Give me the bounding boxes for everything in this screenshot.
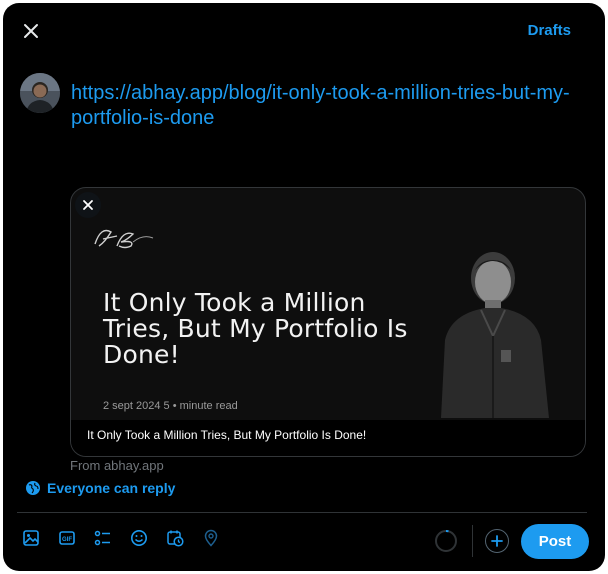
emoji-button[interactable] [129, 528, 149, 548]
link-preview-card[interactable]: It Only Took a Million Tries, But My Por… [70, 187, 586, 457]
schedule-icon [167, 530, 184, 547]
poll-button[interactable] [93, 528, 113, 548]
card-source: From abhay.app [70, 458, 164, 473]
gif-button[interactable]: GIF [57, 528, 77, 548]
remove-card-button[interactable] [75, 192, 101, 218]
close-icon [83, 200, 93, 210]
avatar-image [20, 73, 60, 113]
close-icon [24, 24, 38, 38]
card-headline: It Only Took a Million Tries, But My Por… [103, 288, 408, 369]
compose-modal: Drafts https://abhay.app/blog/it-only-to… [3, 3, 605, 571]
close-button[interactable] [17, 17, 45, 45]
svg-text:GIF: GIF [62, 537, 72, 543]
schedule-button[interactable] [165, 528, 185, 548]
avatar[interactable] [20, 73, 60, 113]
compose-text[interactable]: https://abhay.app/blog/it-only-took-a-mi… [71, 81, 571, 131]
poll-icon [94, 530, 110, 546]
author-photo [431, 240, 555, 423]
drafts-button[interactable]: Drafts [528, 22, 571, 39]
site-logo [91, 222, 161, 257]
location-icon [204, 529, 218, 547]
toolbar-separator [472, 525, 473, 557]
reply-setting-button[interactable]: Everyone can reply [25, 480, 175, 496]
character-count-ring [434, 529, 458, 553]
media-button[interactable] [21, 528, 41, 548]
globe-icon [26, 481, 40, 495]
card-meta: 2 sept 2024 5 • minute read [103, 400, 238, 412]
divider [17, 512, 587, 513]
compose-toolbar: GIF [21, 528, 221, 548]
card-caption: It Only Took a Million Tries, But My Por… [71, 420, 585, 456]
gif-icon: GIF [59, 531, 75, 545]
image-icon [23, 530, 39, 546]
location-button[interactable] [201, 528, 221, 548]
add-post-button[interactable] [485, 529, 509, 553]
post-button[interactable]: Post [521, 524, 589, 559]
reply-setting-label: Everyone can reply [47, 480, 176, 496]
plus-icon [491, 535, 503, 547]
emoji-icon [131, 530, 147, 546]
